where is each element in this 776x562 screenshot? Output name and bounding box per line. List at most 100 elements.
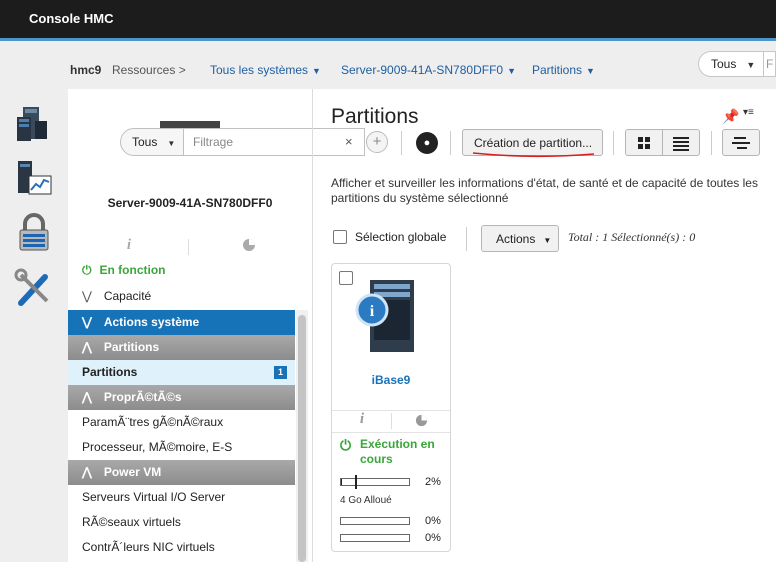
security-lock-icon[interactable] [13, 212, 55, 254]
partition-name[interactable]: iBase9 [331, 373, 451, 387]
breadcrumb-all-systems[interactable]: Tous les systèmes ▼ [210, 63, 321, 77]
cpu-usage-percent: 2% [425, 476, 441, 488]
select-all-checkbox[interactable] [333, 230, 347, 244]
chevron-up-icon: ⋀ [82, 390, 92, 404]
top-bar [0, 0, 776, 38]
filter-scope-label: Tous [132, 135, 158, 149]
top-search-input[interactable]: F [764, 51, 776, 77]
nav-item-general-settings[interactable]: ParamÃ¨tres gÃ©nÃ©raux [68, 410, 295, 435]
add-filter-icon[interactable]: + [366, 131, 388, 153]
red-annotation-underline [472, 152, 595, 158]
toolbar-divider [613, 131, 614, 155]
pin-icon[interactable]: 📌 [722, 108, 739, 125]
toolbar-divider [711, 131, 712, 155]
pie-chart-icon[interactable] [415, 414, 428, 427]
nav-system-actions-label: Actions système [103, 315, 200, 329]
breadcrumb-server[interactable]: Server-9009-41A-SN780DFF0 ▼ [341, 63, 516, 77]
usage-bar-2 [340, 517, 410, 525]
server-resources-icon[interactable] [13, 103, 55, 145]
breadcrumb-partitions[interactable]: Partitions ▼ [532, 63, 595, 77]
nav-status-label: En fonction [99, 263, 166, 277]
power-icon: ⏻ [340, 437, 352, 453]
nav-section-powervm-label: Power VM [103, 465, 162, 479]
usage-bar-2-percent: 0% [425, 515, 441, 527]
nav-scrollbar-thumb[interactable] [298, 315, 306, 562]
selection-total: Total : 1 Sélectionné(s) : 0 [568, 230, 696, 244]
nav-capacity-label: Capacité [103, 289, 152, 303]
panel-divider [312, 89, 313, 562]
pie-chart-icon[interactable] [242, 238, 256, 252]
nav-section-powervm[interactable]: ⋀ Power VM [68, 460, 295, 485]
tab-divider [188, 239, 189, 255]
breadcrumb-host[interactable]: hmc9 [70, 63, 101, 77]
chevron-down-icon: ⋁ [82, 289, 92, 303]
filter-options-button[interactable] [722, 129, 760, 156]
nav-section-partitions[interactable]: ⋀ Partitions [68, 335, 295, 360]
user-icon[interactable]: ● [416, 132, 438, 154]
page-title: Partitions [331, 105, 419, 128]
grid-view-button[interactable] [625, 129, 663, 156]
chevron-down-icon: ▼ [167, 139, 176, 148]
tools-icon[interactable] [13, 267, 55, 309]
usage-bar-3 [340, 534, 410, 542]
power-icon: ⏻ [82, 263, 92, 277]
partitions-count-badge: 1 [274, 366, 287, 379]
chevron-up-icon: ⋀ [82, 340, 92, 354]
partition-status: Exécution en cours [360, 437, 435, 466]
list-view-icon [673, 137, 689, 151]
filter-lines-icon [732, 137, 750, 149]
page-description: Afficher et surveiller les informations … [331, 176, 758, 205]
partition-info-tab[interactable]: i [332, 411, 392, 428]
toolbar-divider [450, 131, 451, 155]
scope-dropdown-label: Tous [711, 57, 737, 71]
nav-capacity[interactable]: ⋁ Capacité [68, 284, 295, 309]
chevron-down-icon: ⋁ [82, 315, 92, 329]
toolbar-divider [401, 131, 402, 155]
nav-section-partitions-label: Partitions [103, 340, 160, 354]
grid-view-icon [638, 137, 650, 149]
chevron-down-icon[interactable]: ▼ [312, 66, 321, 76]
breadcrumb-server-label: Server-9009-41A-SN780DFF0 [341, 63, 504, 77]
nav-section-properties-label: ProprÃ©tÃ©s [103, 390, 182, 404]
chevron-down-icon[interactable]: ▼ [507, 66, 516, 76]
actions-dropdown-label: Actions [496, 232, 536, 246]
list-view-button[interactable] [662, 129, 700, 156]
svg-text:i: i [370, 303, 375, 320]
cpu-usage-marker [355, 475, 357, 489]
monitoring-icon[interactable] [13, 158, 55, 200]
system-name: Server-9009-41A-SN780DFF0 [107, 196, 273, 210]
partition-checkbox[interactable] [339, 271, 353, 285]
breadcrumb-partitions-label: Partitions [532, 63, 583, 77]
usage-bar-3-percent: 0% [425, 532, 441, 544]
menu-icon[interactable]: ▾≡ [743, 107, 754, 118]
info-tab[interactable]: i [68, 236, 190, 258]
nav-item-partitions-label: Partitions [82, 365, 138, 379]
nav-section-properties[interactable]: ⋀ ProprÃ©tÃ©s [68, 385, 295, 410]
tab-divider [391, 413, 392, 429]
scope-dropdown[interactable]: Tous ▼ [698, 51, 764, 77]
breadcrumb-all-systems-label: Tous les systèmes [210, 63, 309, 77]
nav-item-virtual-nic[interactable]: ContrÃ´leurs NIC virtuels [68, 535, 295, 560]
memory-allocated: 4 Go Alloué [340, 495, 392, 506]
breadcrumb-resources[interactable]: Ressources > [112, 63, 186, 77]
toolbar-divider [466, 227, 467, 251]
select-all-label: Sélection globale [355, 230, 447, 244]
chevron-up-icon: ⋀ [82, 465, 92, 479]
nav-item-vios[interactable]: Serveurs Virtual I/O Server [68, 485, 295, 510]
nav-status[interactable]: ⏻ En fonction [68, 258, 295, 283]
nav-item-virtual-networks[interactable]: RÃ©seaux virtuels [68, 510, 295, 535]
chevron-down-icon: ▼ [746, 60, 756, 70]
cpu-usage-fill [341, 479, 343, 485]
filter-scope-dropdown[interactable]: Tous ▼ [120, 128, 184, 156]
partition-server-icon: i [355, 280, 414, 352]
filter-input[interactable]: Filtrage [183, 128, 365, 156]
cpu-usage-bar [340, 478, 410, 486]
chevron-down-icon[interactable]: ▼ [586, 66, 595, 76]
chevron-down-icon: ▼ [543, 236, 552, 245]
nav-item-processor-memory-io[interactable]: Processeur, MÃ©moire, E-S [68, 435, 295, 460]
nav-system-actions[interactable]: ⋁ Actions système [68, 310, 295, 335]
nav-item-partitions[interactable]: Partitions 1 [68, 360, 295, 385]
app-title: Console HMC [29, 11, 114, 26]
clear-icon[interactable]: × [345, 134, 353, 149]
actions-dropdown[interactable]: Actions ▼ [481, 225, 559, 252]
